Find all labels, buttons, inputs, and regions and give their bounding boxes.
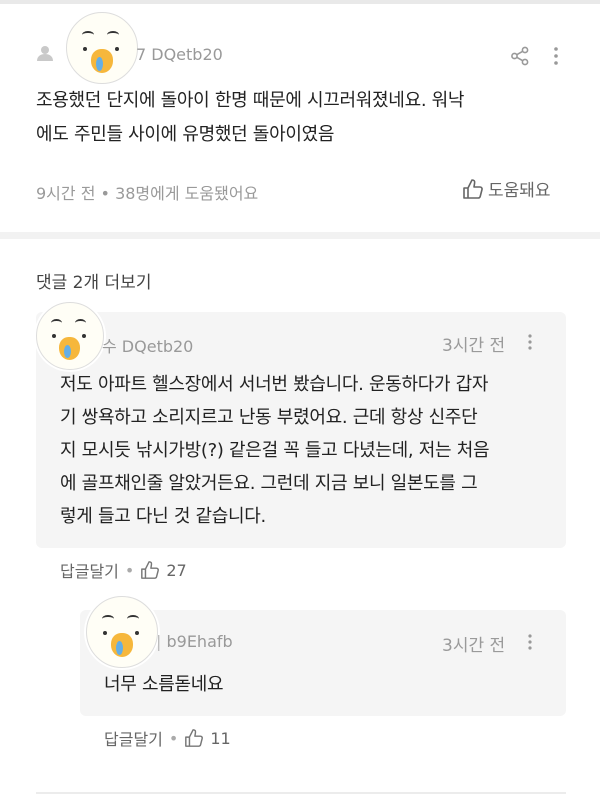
comment-meta: 9시간 전 • 38명에게 도움됐어요 — [36, 180, 258, 204]
reply-button[interactable]: 답글달기 — [104, 726, 163, 750]
meta-dot: • — [168, 728, 179, 748]
meta-dot: • — [100, 184, 116, 203]
bottom-divider — [36, 792, 566, 794]
comment-text-line-1: 조용했던 단지에 돌아이 한명 때문에 시끄러워졌네요. 워낙 — [36, 90, 465, 111]
like-count: 27 — [166, 560, 187, 580]
avatar — [66, 12, 138, 84]
share-icon[interactable] — [510, 46, 530, 66]
user-icon — [37, 46, 53, 61]
more-vertical-icon[interactable] — [552, 46, 560, 66]
reply-author[interactable]: 수 DQetb20 — [102, 333, 193, 357]
reply-text-line: 렇게 들고 다닌 것 같습니다. — [60, 506, 266, 527]
reply-author-name: b9Ehafb — [166, 632, 233, 651]
author-separator: | — [156, 632, 167, 651]
reply-time: 3시간 전 — [442, 336, 506, 356]
comment-time: 9시간 전 — [36, 184, 96, 203]
thumbs-up-icon — [463, 178, 483, 199]
reply-text-line: 기 쌍욕하고 소리지르고 난동 부렸어요. 근데 항상 신주단 — [60, 407, 478, 428]
section-divider — [0, 232, 600, 239]
like-count: 11 — [210, 728, 231, 748]
helpful-label: 도움돼요 — [488, 181, 551, 201]
reply-text: 저도 아파트 헬스장에서 서너번 봤습니다. 운동하다가 갑자 기 쌍욕하고 소… — [60, 368, 490, 533]
reply-time: 3시간 전 — [442, 636, 506, 656]
helpful-count: 38명에게 도움됐어요 — [115, 184, 259, 203]
meta-dot: • — [124, 560, 135, 580]
reply-actions: 답글달기 • 11 — [104, 726, 231, 750]
more-vertical-icon[interactable] — [526, 333, 534, 351]
reply-author[interactable]: | b9Ehafb — [156, 632, 233, 651]
reply-actions: 답글달기 • 27 — [60, 558, 187, 582]
thumbs-up-icon[interactable] — [184, 728, 204, 748]
reply-text: 너무 소름돋네요 — [104, 674, 224, 695]
reply-text-line: 에 골프채인줄 알았거든요. 그런데 지금 보니 일본도를 그 — [60, 473, 478, 494]
reply-text-line: 지 모시듯 낚시가방(?) 같은걸 꼭 들고 다녔는데, 저는 처음 — [60, 440, 490, 461]
comment-author[interactable]: 7 DQetb20 — [136, 45, 223, 64]
more-replies-link[interactable]: 댓글 2개 더보기 — [36, 268, 151, 293]
main-comment: 7 DQetb20 조용했던 단지에 돌아이 한명 때문에 시끄러워졌네요. 워… — [0, 4, 600, 234]
more-vertical-icon[interactable] — [526, 633, 534, 651]
reply-text-line: 저도 아파트 헬스장에서 서너번 봤습니다. 운동하다가 갑자 — [60, 374, 489, 395]
reply-button[interactable]: 답글달기 — [60, 558, 119, 582]
helpful-button[interactable]: 도움돼요 — [462, 176, 551, 201]
avatar — [36, 302, 104, 370]
thumbs-up-icon[interactable] — [140, 560, 160, 580]
comment-text-line-2: 에도 주민들 사이에 유명했던 돌아이였음 — [36, 124, 335, 145]
avatar — [86, 596, 158, 668]
